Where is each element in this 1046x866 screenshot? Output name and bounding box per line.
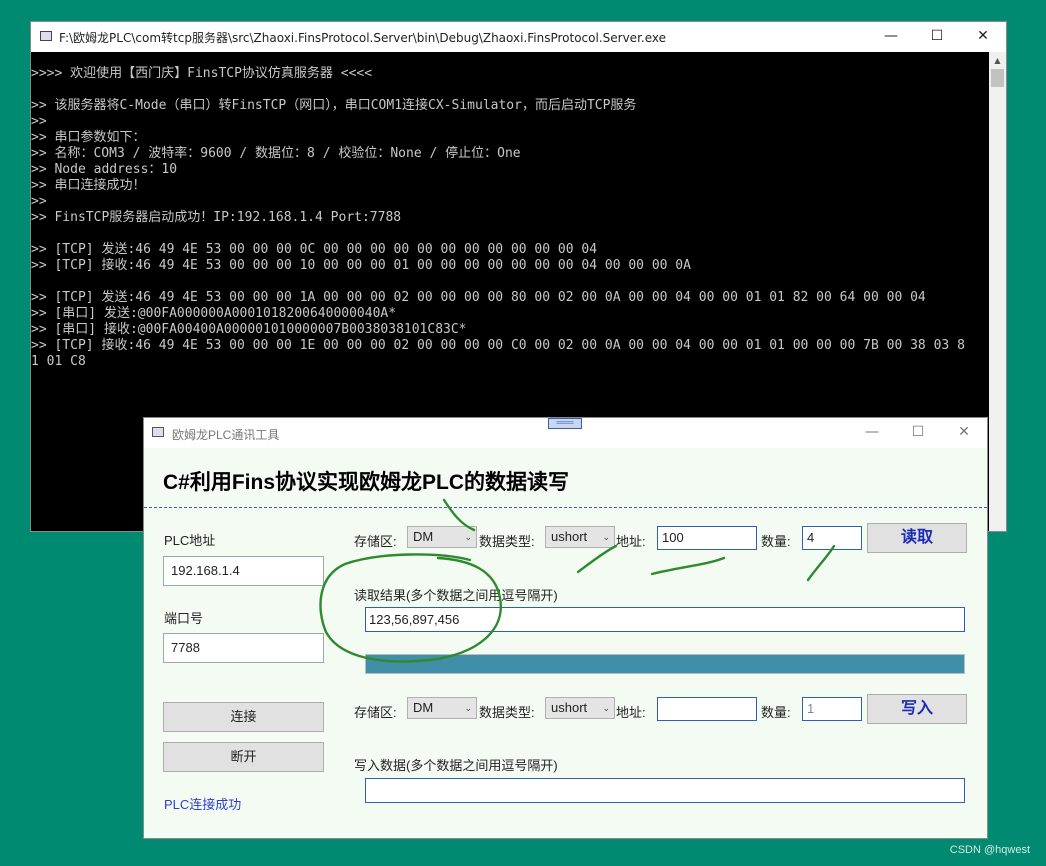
form-title: 欧姆龙PLC通讯工具 [172, 428, 280, 442]
write-area-value: DM [413, 700, 434, 715]
console-line: >> 该服务器将C-Mode（串口）转FinsTCP（网口），串口COM1连接C… [31, 98, 637, 113]
read-area-value: DM [413, 529, 434, 544]
console-line: >> [串口] 发送:@00FA000000A00010182006400000… [31, 306, 397, 321]
close-icon[interactable]: ✕ [941, 418, 987, 448]
read-result-field[interactable]: 123,56,897,456 [365, 607, 965, 632]
resize-grip-icon[interactable]: ═══ [548, 418, 582, 429]
console-line: >> [串口] 接收:@00FA00400A000001010000007B00… [31, 322, 467, 337]
console-line: >> [31, 114, 47, 129]
console-line: >> [TCP] 发送:46 49 4E 53 00 00 00 1A 00 0… [31, 290, 926, 305]
scroll-up-icon[interactable]: ▲ [989, 52, 1006, 69]
maximize-icon[interactable]: ☐ [895, 418, 941, 448]
console-line: >>>> 欢迎使用【西门庆】FinsTCP协议仿真服务器 <<<< [31, 66, 373, 81]
console-line: >> 串口连接成功！ [31, 178, 146, 193]
read-type-value: ushort [551, 529, 588, 544]
minimize-icon[interactable]: — [868, 22, 914, 52]
read-count-label: 数量: [761, 534, 791, 549]
read-count-input[interactable]: 4 [802, 526, 862, 550]
read-progress-bar [365, 654, 965, 674]
read-result-label: 读取结果(多个数据之间用逗号隔开) [354, 588, 558, 603]
port-label: 端口号 [164, 611, 204, 626]
chevron-down-icon: ⌄ [602, 703, 610, 713]
console-line: >> 串口参数如下： [31, 130, 146, 145]
heading-divider [144, 507, 987, 508]
console-title: F:\欧姆龙PLC\com转tcp服务器\src\Zhaoxi.FinsProt… [59, 31, 666, 45]
write-area-select[interactable]: DM ⌄ [407, 697, 477, 719]
read-area-label: 存储区: [354, 534, 397, 549]
console-titlebar[interactable]: F:\欧姆龙PLC\com转tcp服务器\src\Zhaoxi.FinsProt… [31, 22, 1006, 52]
connect-button[interactable]: 连接 [163, 702, 324, 732]
chevron-down-icon: ⌄ [464, 703, 472, 713]
write-area-label: 存储区: [354, 705, 397, 720]
write-button[interactable]: 写入 [867, 694, 967, 724]
chevron-down-icon: ⌄ [464, 532, 472, 542]
write-data-field[interactable] [365, 778, 965, 803]
maximize-icon[interactable]: ☐ [914, 22, 960, 52]
console-line: >> FinsTCP服务器启动成功！IP:192.168.1.4 Port:77… [31, 210, 402, 225]
write-address-label: 地址: [616, 705, 646, 720]
console-line: >> [TCP] 发送:46 49 4E 53 00 00 00 0C 00 0… [31, 242, 598, 257]
write-count-input[interactable]: 1 [802, 697, 862, 721]
page-title: C#利用Fins协议实现欧姆龙PLC的数据读写 [163, 471, 570, 494]
console-line: >> [TCP] 接收:46 49 4E 53 00 00 00 10 00 0… [31, 258, 691, 273]
port-input[interactable]: 7788 [163, 633, 324, 663]
write-type-select[interactable]: ushort ⌄ [545, 697, 615, 719]
write-count-label: 数量: [761, 705, 791, 720]
chevron-down-icon: ⌄ [602, 532, 610, 542]
plc-address-label: PLC地址 [164, 533, 216, 548]
form-app-icon [152, 427, 164, 437]
connection-status: PLC连接成功 [164, 797, 242, 812]
write-type-value: ushort [551, 700, 588, 715]
scrollbar-thumb[interactable] [991, 69, 1004, 87]
watermark: CSDN @hqwest [949, 844, 1030, 856]
console-line: 1 01 C8 [31, 354, 86, 369]
read-type-select[interactable]: ushort ⌄ [545, 526, 615, 548]
write-data-label: 写入数据(多个数据之间用逗号隔开) [354, 758, 558, 773]
console-line: >> [31, 194, 47, 209]
plc-address-input[interactable]: 192.168.1.4 [163, 556, 324, 586]
console-scrollbar[interactable]: ▲ [989, 52, 1006, 531]
minimize-icon[interactable]: — [849, 418, 895, 448]
read-area-select[interactable]: DM ⌄ [407, 526, 477, 548]
console-line: >> [TCP] 接收:46 49 4E 53 00 00 00 1E 00 0… [31, 338, 965, 353]
progress-fill [366, 655, 964, 673]
write-address-input[interactable] [657, 697, 757, 721]
close-icon[interactable]: ✕ [960, 22, 1006, 52]
disconnect-button[interactable]: 断开 [163, 742, 324, 772]
read-type-label: 数据类型: [479, 534, 535, 549]
read-address-label: 地址: [616, 534, 646, 549]
read-button[interactable]: 读取 [867, 523, 967, 553]
console-line: >> 名称：COM3 / 波特率：9600 / 数据位：8 / 校验位：None… [31, 146, 521, 161]
write-type-label: 数据类型: [479, 705, 535, 720]
console-line: >> Node address：10 [31, 162, 178, 177]
read-address-input[interactable]: 100 [657, 526, 757, 550]
plc-tool-window: 欧姆龙PLC通讯工具 — ☐ ✕ ═══ C#利用Fins协议实现欧姆龙PLC的… [143, 417, 988, 839]
console-app-icon [40, 31, 52, 41]
